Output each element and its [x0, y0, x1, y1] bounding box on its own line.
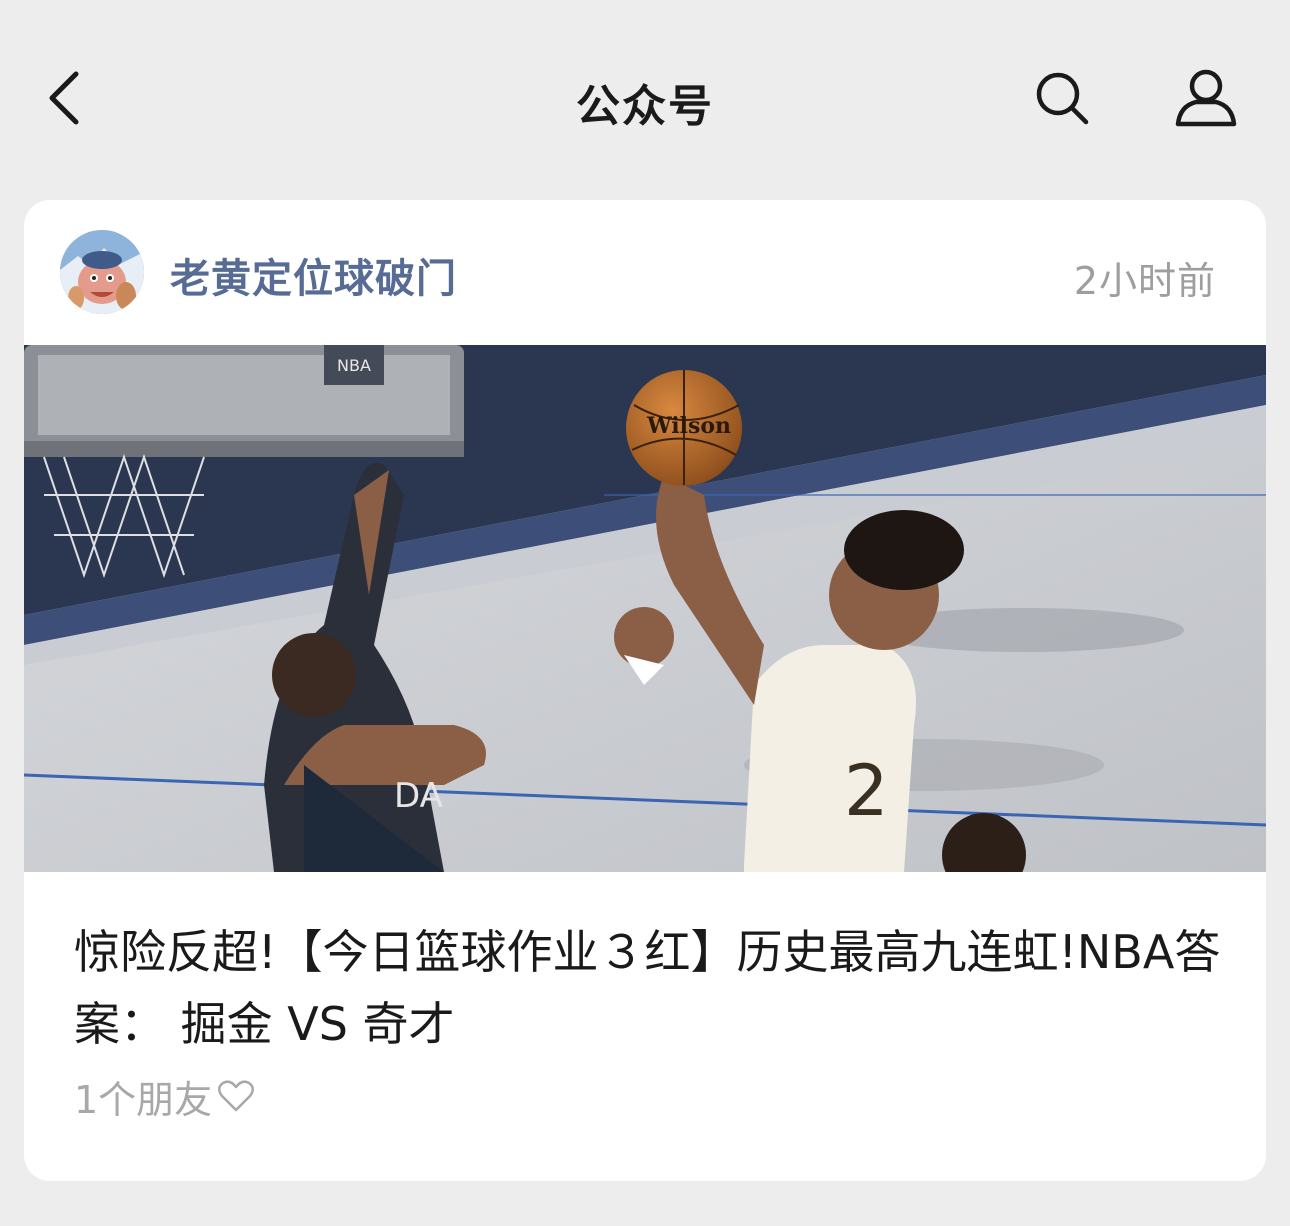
search-button[interactable]: [1030, 66, 1094, 130]
profile-button[interactable]: [1170, 64, 1242, 132]
article-headline[interactable]: 惊险反超!【今日篮球作业３红】历史最高九连虹!NBA答案： 掘金 VS 奇才: [74, 916, 1224, 1060]
search-icon: [1036, 72, 1089, 125]
account-name[interactable]: 老黄定位球破门: [170, 246, 457, 304]
top-nav-bar: 公众号: [0, 0, 1290, 195]
friends-like-count: 1个朋友: [74, 1077, 213, 1122]
article-card[interactable]: 老黄定位球破门 2小时前 NBA DA 2 Wilson 惊险反超!【今日篮球作…: [24, 200, 1266, 1181]
post-time: 2小时前: [1073, 259, 1216, 303]
basketball-photo: NBA DA 2 Wilson: [24, 345, 1266, 872]
svg-text:NBA: NBA: [337, 356, 371, 375]
friends-like-row: 1个朋友: [74, 1072, 256, 1122]
article-cover-image[interactable]: NBA DA 2 Wilson: [24, 345, 1266, 872]
svg-text:2: 2: [844, 750, 889, 832]
account-avatar[interactable]: [60, 230, 144, 314]
svg-text:DA: DA: [394, 776, 443, 816]
person-icon: [1175, 69, 1237, 127]
cartoon-avatar-icon: [60, 230, 144, 314]
svg-text:Wilson: Wilson: [646, 413, 731, 439]
heart-outline-icon[interactable]: [216, 1076, 256, 1116]
page-title: 公众号: [576, 81, 714, 132]
